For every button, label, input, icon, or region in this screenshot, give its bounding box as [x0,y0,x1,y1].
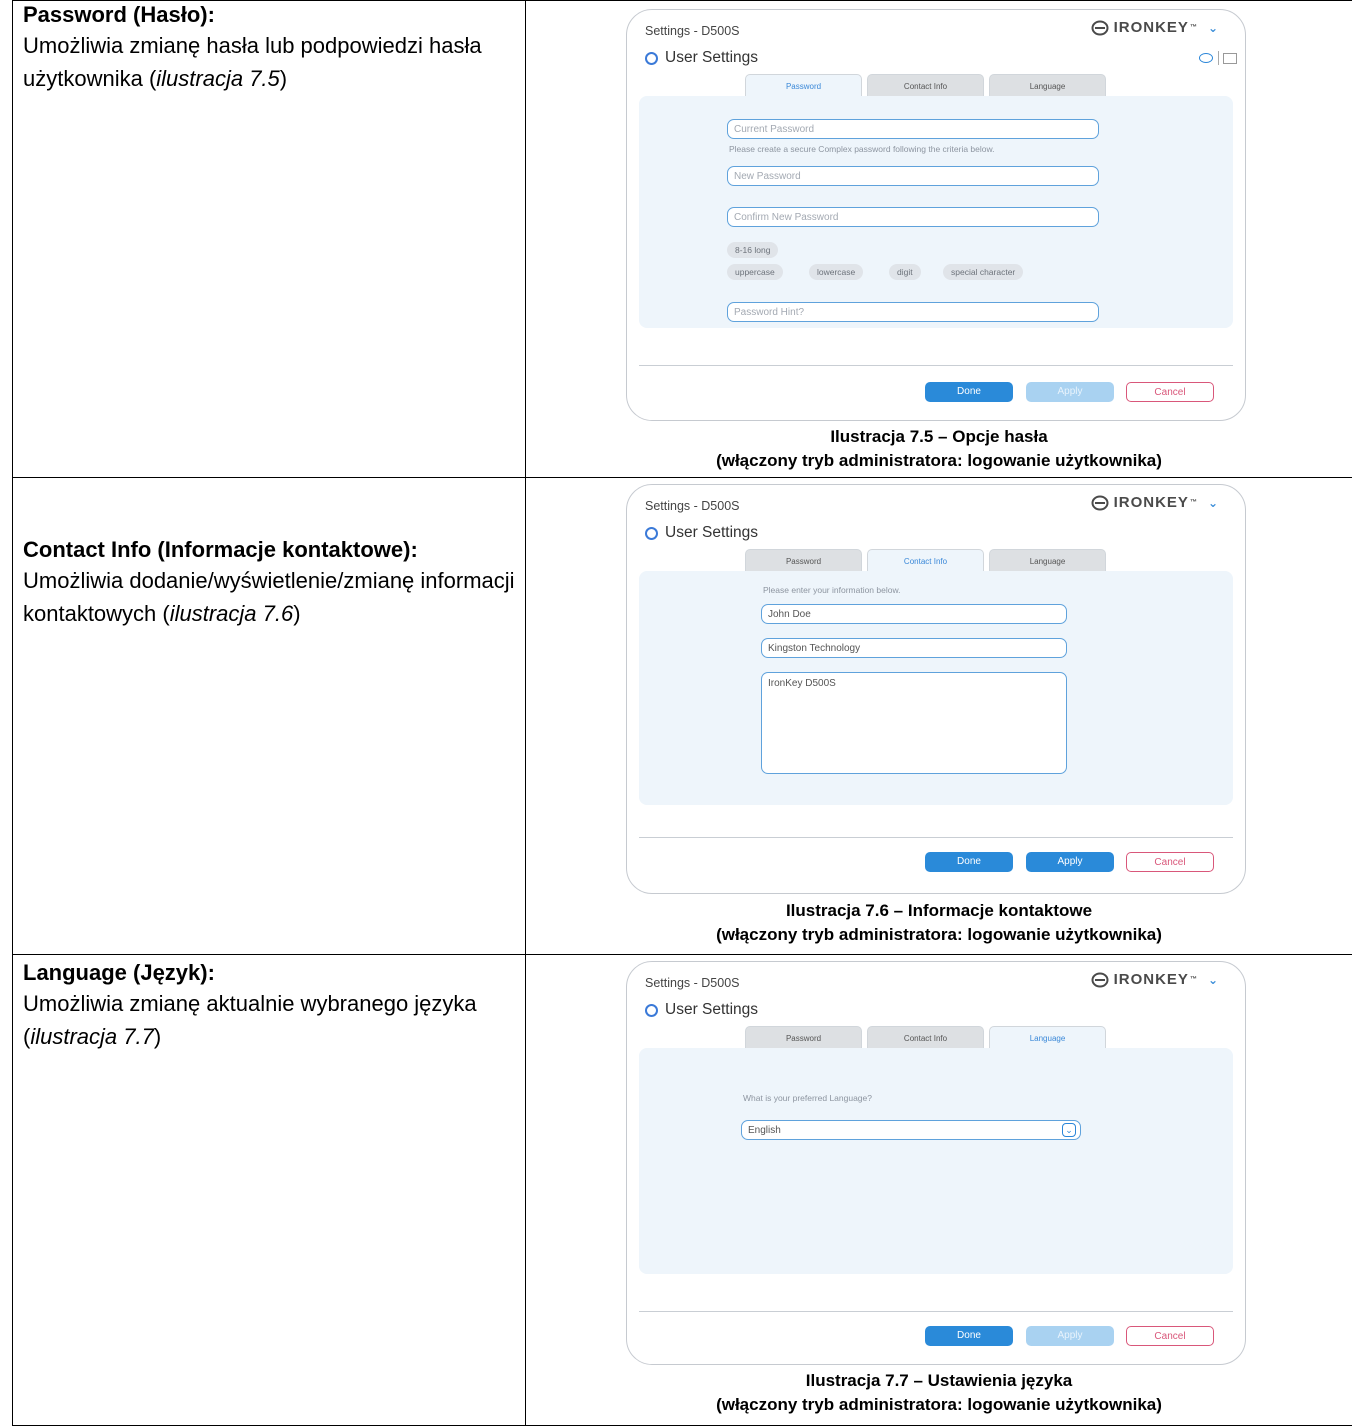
cancel-button[interactable]: Cancel [1126,382,1214,402]
document-table: Password (Hasło): Umożliwia zmianę hasła… [12,0,1352,1426]
gear-icon [645,1004,658,1017]
password-hint-input[interactable]: Password Hint? [727,302,1099,322]
chevron-down-icon[interactable]: ⌄ [1208,496,1219,510]
password-instruction: Please create a secure Complex password … [729,144,995,154]
description-cell-contact: Contact Info (Informacje kontaktowe): Um… [13,478,526,955]
apply-button[interactable]: Apply [1026,382,1114,402]
tab-bar: Password Contact Info Language [627,549,1245,571]
ironkey-logo: IRONKEY™ ⌄ [1091,971,1219,988]
description-cell-password: Password (Hasło): Umożliwia zmianę hasła… [13,1,526,478]
tab-language[interactable]: Language [989,1026,1106,1048]
tab-panel-password: Current Password Please create a secure … [639,96,1233,328]
row-heading: Contact Info (Informacje kontaktowe): [23,536,515,564]
row-description: Umożliwia zmianę hasła lub podpowiedzi h… [23,29,515,95]
language-question: What is your preferred Language? [743,1093,872,1103]
tab-password[interactable]: Password [745,549,862,571]
row-heading: Language (Język): [23,959,515,987]
section-title: User Settings [665,49,758,67]
gear-icon [645,527,658,540]
criteria-lowercase-chip: lowercase [809,264,863,280]
tab-bar: Password Contact Info Language [627,74,1245,96]
figure-caption: Ilustracja 7.6 – Informacje kontaktowe (… [526,899,1352,947]
tab-language[interactable]: Language [989,74,1106,96]
tab-contact-info[interactable]: Contact Info [867,549,984,571]
chevron-down-icon[interactable]: ⌄ [1062,1123,1076,1137]
tab-bar: Password Contact Info Language [627,1026,1245,1048]
done-button[interactable]: Done [925,382,1013,402]
tab-panel-language: What is your preferred Language? English… [639,1048,1233,1274]
apply-button[interactable]: Apply [1026,852,1114,872]
ironkey-key-icon [1091,972,1109,988]
contact-instruction: Please enter your information below. [763,585,901,595]
cancel-button[interactable]: Cancel [1126,852,1214,872]
settings-window: Settings - D500S IRONKEY™ ⌄ User Setting… [626,961,1246,1365]
screenshot-cell-password: Settings - D500S IRONKEY™ ⌄ User Setting… [526,1,1352,478]
criteria-length-chip: 8-16 long [727,242,778,258]
ironkey-logo: IRONKEY™ ⌄ [1091,19,1219,36]
figure-caption: Ilustracja 7.7 – Ustawienia języka (włąc… [526,1369,1352,1417]
contact-details-textarea[interactable]: IronKey D500S [761,672,1067,774]
done-button[interactable]: Done [925,852,1013,872]
current-password-input[interactable]: Current Password [727,119,1099,139]
gear-icon [645,52,658,65]
screenshot-cell-contact: Settings - D500S IRONKEY™ ⌄ User Setting… [526,478,1352,955]
confirm-password-input[interactable]: Confirm New Password [727,207,1099,227]
language-select[interactable]: English ⌄ [741,1120,1081,1140]
window-title: Settings - D500S [645,976,740,990]
ironkey-key-icon [1091,20,1109,36]
row-description: Umożliwia zmianę aktualnie wybranego jęz… [23,987,515,1053]
window-title: Settings - D500S [645,24,740,38]
section-title: User Settings [665,1001,758,1019]
keyboard-icon[interactable] [1223,53,1237,64]
criteria-digit-chip: digit [889,264,921,280]
chevron-down-icon[interactable]: ⌄ [1208,21,1219,35]
chevron-down-icon[interactable]: ⌄ [1208,973,1219,987]
tab-panel-contact: Please enter your information below. Joh… [639,571,1233,805]
ironkey-key-icon [1091,495,1109,511]
new-password-input[interactable]: New Password [727,166,1099,186]
criteria-special-chip: special character [943,264,1023,280]
figure-caption: Ilustracja 7.5 – Opcje hasła (włączony t… [526,425,1352,473]
tab-language[interactable]: Language [989,549,1106,571]
description-cell-language: Language (Język): Umożliwia zmianę aktua… [13,955,526,1426]
contact-name-input[interactable]: John Doe [761,604,1067,624]
tab-contact-info[interactable]: Contact Info [867,74,984,96]
settings-window: Settings - D500S IRONKEY™ ⌄ User Setting… [626,9,1246,421]
tab-password[interactable]: Password [745,74,862,96]
row-heading: Password (Hasło): [23,1,515,29]
screenshot-cell-language: Settings - D500S IRONKEY™ ⌄ User Setting… [526,955,1352,1426]
contact-company-input[interactable]: Kingston Technology [761,638,1067,658]
cancel-button[interactable]: Cancel [1126,1326,1214,1346]
tab-contact-info[interactable]: Contact Info [867,1026,984,1048]
window-title: Settings - D500S [645,499,740,513]
section-title: User Settings [665,524,758,542]
apply-button[interactable]: Apply [1026,1326,1114,1346]
done-button[interactable]: Done [925,1326,1013,1346]
row-description: Umożliwia dodanie/wyświetlenie/zmianę in… [23,564,515,630]
ironkey-logo: IRONKEY™ ⌄ [1091,494,1219,511]
settings-window: Settings - D500S IRONKEY™ ⌄ User Setting… [626,484,1246,894]
eye-icon[interactable] [1199,53,1213,63]
tab-password[interactable]: Password [745,1026,862,1048]
criteria-uppercase-chip: uppercase [727,264,783,280]
